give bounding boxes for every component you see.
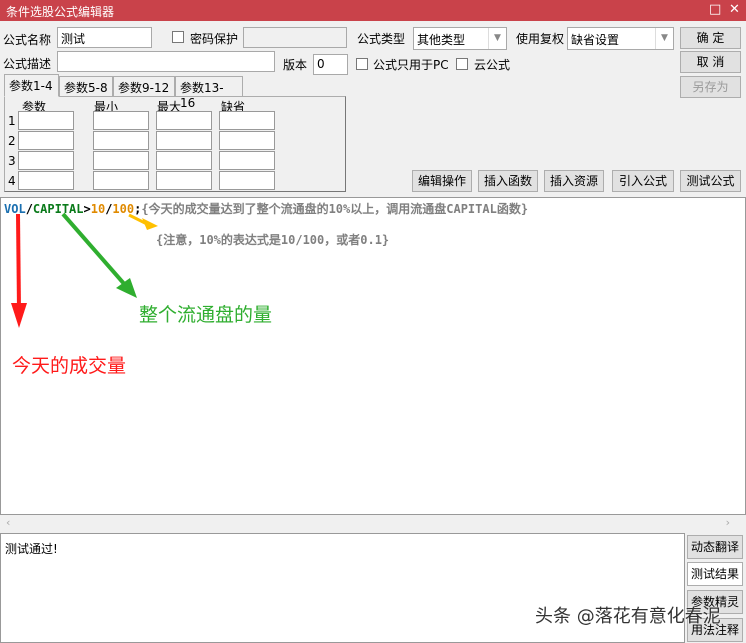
desc-label: 公式描述 (3, 57, 52, 71)
param-cell-缺省[interactable] (219, 171, 275, 190)
rights-label: 使用复权 (516, 32, 565, 46)
formula-editor[interactable]: VOL/CAPITAL>10/100;{今天的成交量达到了整个流通盘的10%以上… (0, 197, 746, 515)
chevron-down-icon: ▼ (488, 28, 506, 49)
edit-ops-button[interactable]: 编辑操作 (412, 170, 472, 192)
type-select[interactable]: 其他类型 ▼ (413, 27, 507, 50)
param-cell-缺省[interactable] (219, 111, 275, 130)
version-input[interactable]: 0 (313, 54, 348, 75)
tab-params-1-4[interactable]: 参数1-4 (4, 74, 59, 97)
param-cell-最大[interactable] (156, 171, 212, 190)
watermark: 头条 @落花有意化春泥 (535, 606, 721, 627)
param-cell-最小[interactable] (93, 171, 149, 190)
tab-params-13-16[interactable]: 参数13-16 (175, 76, 243, 110)
red-arrow (11, 213, 27, 328)
tab-params-5-8[interactable]: 参数5-8 (59, 76, 113, 96)
test-formula-button[interactable]: 测试公式 (680, 170, 741, 192)
ok-button[interactable]: 确 定 (680, 27, 741, 49)
param-cell-参数[interactable] (18, 171, 74, 190)
param-cell-缺省[interactable] (219, 131, 275, 150)
horizontal-scrollbar[interactable]: ‹ › (0, 515, 746, 532)
cancel-button[interactable]: 取 消 (680, 51, 741, 73)
cloud-checkbox[interactable] (456, 58, 468, 70)
rights-select[interactable]: 缺省设置 ▼ (567, 27, 674, 50)
param-cell-参数[interactable] (18, 111, 74, 130)
param-cell-最大[interactable] (156, 151, 212, 170)
dynamic-translate-button[interactable]: 动态翻译 (687, 535, 743, 559)
param-row-number: 3 (8, 154, 16, 168)
rights-value: 缺省设置 (571, 33, 620, 47)
password-input[interactable] (243, 27, 347, 48)
param-cell-缺省[interactable] (219, 151, 275, 170)
cloud-label: 云公式 (474, 58, 511, 72)
type-label: 公式类型 (357, 32, 406, 46)
orange-arrow (128, 213, 158, 230)
maximize-icon[interactable]: □ (709, 2, 721, 17)
name-input[interactable]: 测试 (57, 27, 152, 48)
name-label: 公式名称 (3, 33, 52, 47)
param-cell-最小[interactable] (93, 111, 149, 130)
param-row-number: 2 (8, 134, 16, 148)
insert-function-button[interactable]: 插入函数 (478, 170, 538, 192)
scroll-left-icon[interactable]: ‹ (6, 516, 10, 529)
close-icon[interactable]: ✕ (729, 2, 740, 17)
tab-params-9-12[interactable]: 参数9-12 (113, 76, 175, 96)
import-formula-button[interactable]: 引入公式 (612, 170, 674, 192)
password-label: 密码保护 (190, 32, 239, 46)
green-arrow (61, 212, 137, 298)
test-result-button[interactable]: 测试结果 (687, 562, 743, 586)
pc-only-label: 公式只用于PC (373, 58, 449, 72)
output-text: 测试通过! (5, 542, 58, 556)
save-as-button[interactable]: 另存为 (680, 76, 741, 98)
param-cell-最大[interactable] (156, 111, 212, 130)
param-cell-最大[interactable] (156, 131, 212, 150)
param-cell-参数[interactable] (18, 131, 74, 150)
annotation-green: 整个流通盘的量 (139, 304, 273, 326)
title-bar: 条件选股公式编辑器 (0, 0, 746, 21)
param-cell-最小[interactable] (93, 131, 149, 150)
annotation-red: 今天的成交量 (12, 355, 127, 377)
desc-input[interactable] (57, 51, 275, 72)
param-row-number: 4 (8, 174, 16, 188)
param-cell-最小[interactable] (93, 151, 149, 170)
param-cell-参数[interactable] (18, 151, 74, 170)
pc-only-checkbox[interactable] (356, 58, 368, 70)
insert-resource-button[interactable]: 插入资源 (544, 170, 604, 192)
window-title: 条件选股公式编辑器 (6, 5, 115, 19)
version-label: 版本 (283, 58, 308, 72)
type-value: 其他类型 (417, 33, 466, 47)
password-checkbox[interactable] (172, 31, 184, 43)
scroll-right-icon[interactable]: › (726, 516, 730, 529)
chevron-down-icon: ▼ (655, 28, 673, 49)
param-row-number: 1 (8, 114, 16, 128)
